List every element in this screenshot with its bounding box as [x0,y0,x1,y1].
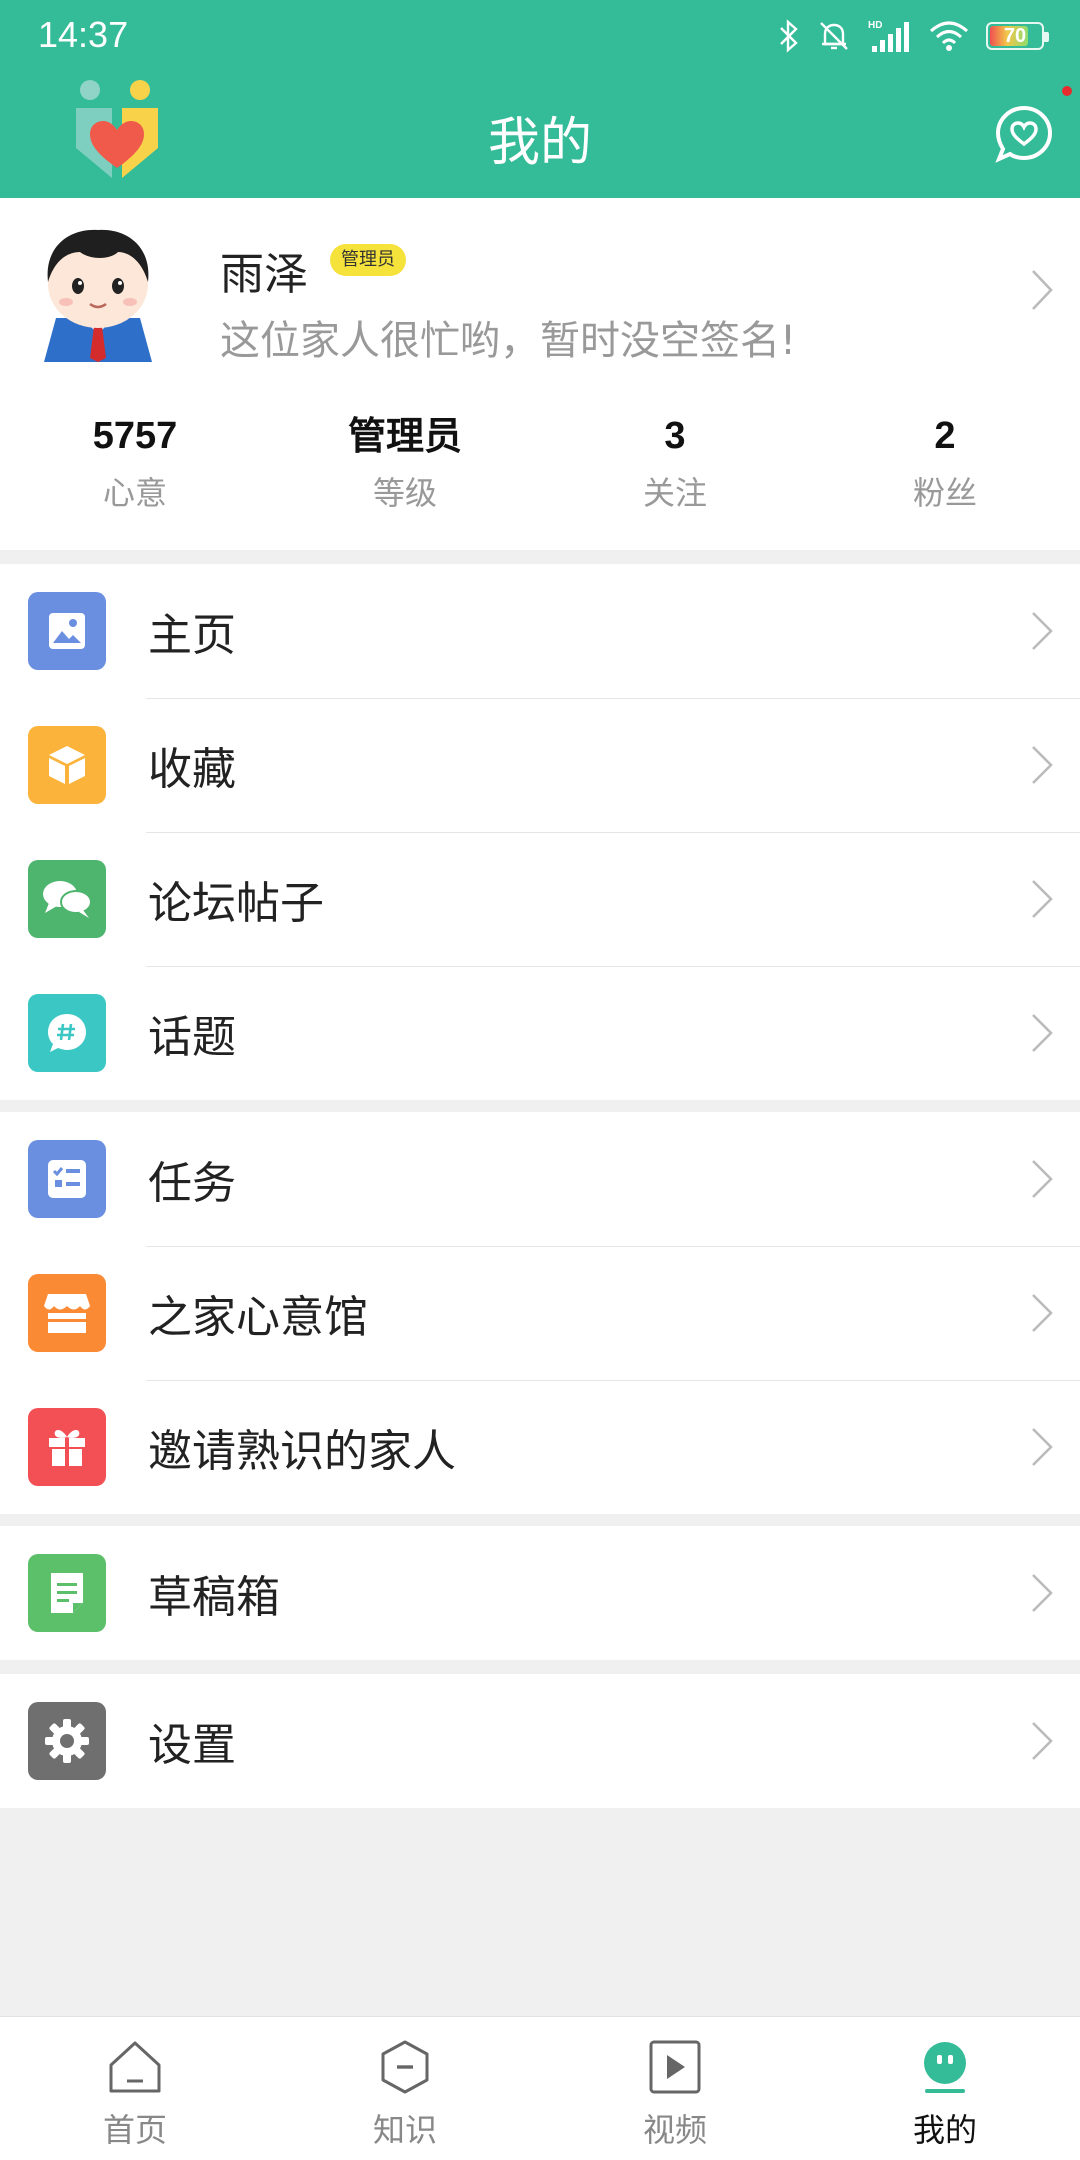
mute-bell-icon [820,22,848,50]
chevron-right-icon [1032,612,1053,650]
stat-fans[interactable]: 2 粉丝 [810,410,1080,530]
menu-group-3: 草稿箱 [0,1526,1080,1660]
menu-item-favorites[interactable]: 收藏 [0,698,1080,832]
menu-group-4: 设置 [0,1674,1080,1808]
stat-heart[interactable]: 5757 心意 [0,410,270,530]
menu-item-label: 草稿箱 [148,1572,280,1623]
gear-icon [28,1702,106,1780]
menu-item-settings[interactable]: 设置 [0,1674,1080,1808]
nav-me[interactable]: 我的 [810,2017,1080,2160]
menu-item-label: 收藏 [148,744,236,795]
task-list-icon [28,1140,106,1218]
profile-stats: 5757 心意 管理员 等级 3 关注 2 粉丝 [0,410,1080,530]
stat-following[interactable]: 3 关注 [540,410,810,530]
nav-knowledge[interactable]: 知识 [270,2017,540,2160]
draft-icon [28,1554,106,1632]
menu-group-1: 主页 收藏 论坛帖子 话题 [0,564,1080,1100]
menu-item-forum-posts[interactable]: 论坛帖子 [0,832,1080,966]
menu-item-tasks[interactable]: 任务 [0,1112,1080,1246]
me-icon [924,2042,966,2093]
stat-value: 管理员 [347,414,462,458]
menu-item-drafts[interactable]: 草稿箱 [0,1526,1080,1660]
stat-label: 心意 [102,474,167,512]
notification-dot [1062,86,1072,96]
chevron-right-icon [1032,746,1053,784]
video-icon [649,2040,701,2094]
menu-item-label: 设置 [148,1720,236,1771]
signal-icon: HD [868,20,909,52]
menu-item-label: 邀请熟识的家人 [148,1426,456,1477]
gift-icon [28,1408,106,1486]
stat-level[interactable]: 管理员 等级 [270,410,540,530]
message-heart-icon[interactable] [994,104,1054,164]
store-icon [28,1274,106,1352]
chevron-right-icon [1032,880,1053,918]
menu-item-homepage[interactable]: 主页 [0,564,1080,698]
stat-label: 关注 [642,474,707,512]
chevron-right-icon [1032,1294,1053,1332]
chevron-right-icon [1032,1014,1053,1052]
chevron-right-icon [1032,270,1053,310]
role-badge: 管理员 [330,244,406,276]
profile-card[interactable]: 雨泽 管理员 这位家人很忙哟，暂时没空签名! 5757 心意 管理员 等级 3 … [0,198,1080,550]
stat-value: 3 [664,415,686,457]
nav-label: 首页 [102,2111,167,2149]
nav-video[interactable]: 视频 [540,2017,810,2160]
stat-label: 等级 [372,474,437,512]
stat-value: 5757 [92,415,178,457]
image-icon [28,592,106,670]
menu-item-topics[interactable]: 话题 [0,966,1080,1100]
nav-label: 我的 [912,2111,977,2149]
menu-group-2: 任务 之家心意馆 邀请熟识的家人 [0,1112,1080,1514]
stat-value: 2 [934,415,956,457]
nav-label: 知识 [372,2111,437,2149]
svg-text:HD: HD [868,20,882,31]
menu-item-invite-family[interactable]: 邀请熟识的家人 [0,1380,1080,1514]
chevron-right-icon [1032,1722,1053,1760]
wifi-icon [930,21,968,51]
menu-item-label: 之家心意馆 [148,1292,368,1343]
avatar[interactable] [30,222,166,362]
menu-item-label: 论坛帖子 [148,878,324,929]
chevron-right-icon [1032,1160,1053,1198]
status-time: 14:37 [38,14,129,55]
user-name: 雨泽 [220,249,308,300]
chat-bubbles-icon [28,860,106,938]
bottom-nav: 首页 知识 视频 我的 [0,2016,1080,2160]
battery-indicator: 70 [986,22,1049,50]
nav-home[interactable]: 首页 [0,2017,270,2160]
app-header: 14:37 HD 70 我的 [0,0,1080,198]
box-icon [28,726,106,804]
status-icons: HD 70 [778,16,1049,56]
nav-label: 视频 [642,2111,707,2149]
menu-item-label: 主页 [148,610,236,661]
user-signature: 这位家人很忙哟，暂时没空签名! [220,318,797,364]
battery-level: 70 [1003,24,1027,47]
menu-item-gift-hall[interactable]: 之家心意馆 [0,1246,1080,1380]
hashtag-icon [28,994,106,1072]
chevron-right-icon [1032,1574,1053,1612]
chevron-right-icon [1032,1428,1053,1466]
menu-item-label: 任务 [148,1158,236,1209]
knowledge-icon [381,2040,429,2094]
bluetooth-icon [780,19,798,53]
page-title: 我的 [487,113,592,173]
home-icon [109,2041,161,2093]
stat-label: 粉丝 [912,474,977,512]
menu-item-label: 话题 [148,1012,236,1063]
